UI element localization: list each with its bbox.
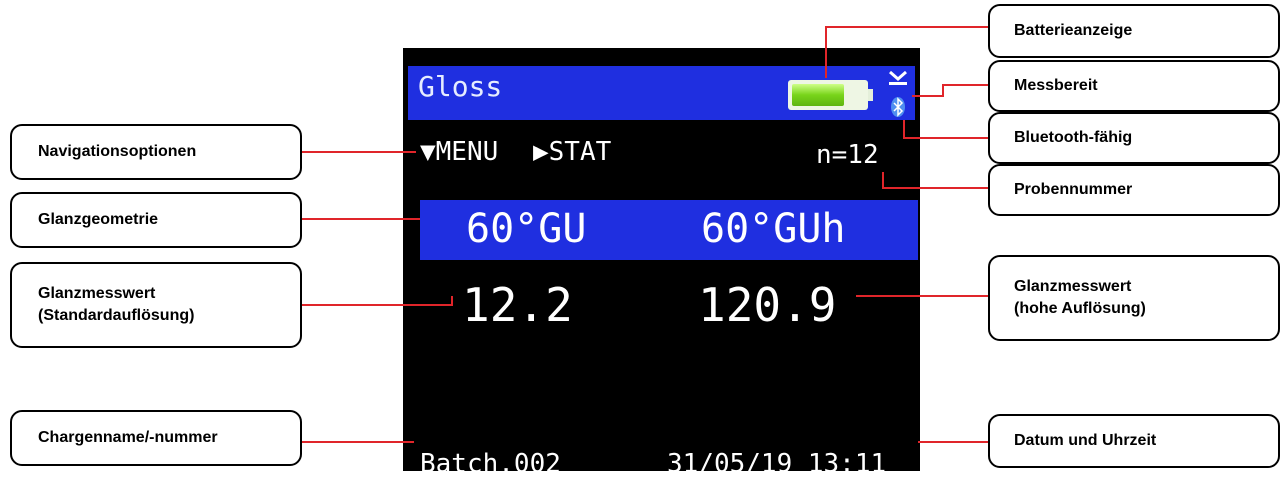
callout-date-time-text: Datum und Uhrzeit — [1014, 432, 1157, 449]
callout-bluetooth-text: Bluetooth-fähig — [1014, 129, 1133, 146]
callout-battery-text: Batterieanzeige — [1014, 22, 1133, 39]
callout-gloss-standard: Glanzmesswert (Standardauflösung) — [10, 262, 302, 348]
callout-bluetooth: Bluetooth-fähig — [988, 112, 1280, 164]
leader-bluetooth — [903, 120, 988, 139]
callout-sample-number-text: Probennummer — [1014, 181, 1133, 198]
callout-sample-number: Probennummer — [988, 164, 1280, 216]
callout-gloss-standard-line2: (Standardauflösung) — [38, 307, 195, 324]
callout-ready-text: Messbereit — [1014, 77, 1098, 94]
callout-gloss-high-line1: Glanzmesswert — [1014, 278, 1132, 295]
leader-ready — [912, 84, 988, 97]
callout-battery: Batterieanzeige — [988, 4, 1280, 58]
callout-ready: Messbereit — [988, 60, 1280, 112]
callout-gloss-high: Glanzmesswert (hohe Auflösung) — [988, 255, 1280, 341]
callout-navigation: Navigationsoptionen — [10, 124, 302, 180]
leader-gloss-standard — [302, 296, 453, 306]
callout-batch: Chargenname/-nummer — [10, 410, 302, 466]
callout-date-time: Datum und Uhrzeit — [988, 414, 1280, 468]
callout-gloss-high-line2: (hohe Auflösung) — [1014, 300, 1146, 317]
callout-geometry: Glanzgeometrie — [10, 192, 302, 248]
callout-geometry-text: Glanzgeometrie — [38, 211, 159, 228]
callout-gloss-standard-line1: Glanzmesswert — [38, 285, 156, 302]
leader-sample-number — [882, 172, 988, 189]
callout-navigation-text: Navigationsoptionen — [38, 143, 197, 160]
leader-battery — [825, 26, 988, 78]
callout-batch-text: Chargenname/-nummer — [38, 429, 218, 446]
